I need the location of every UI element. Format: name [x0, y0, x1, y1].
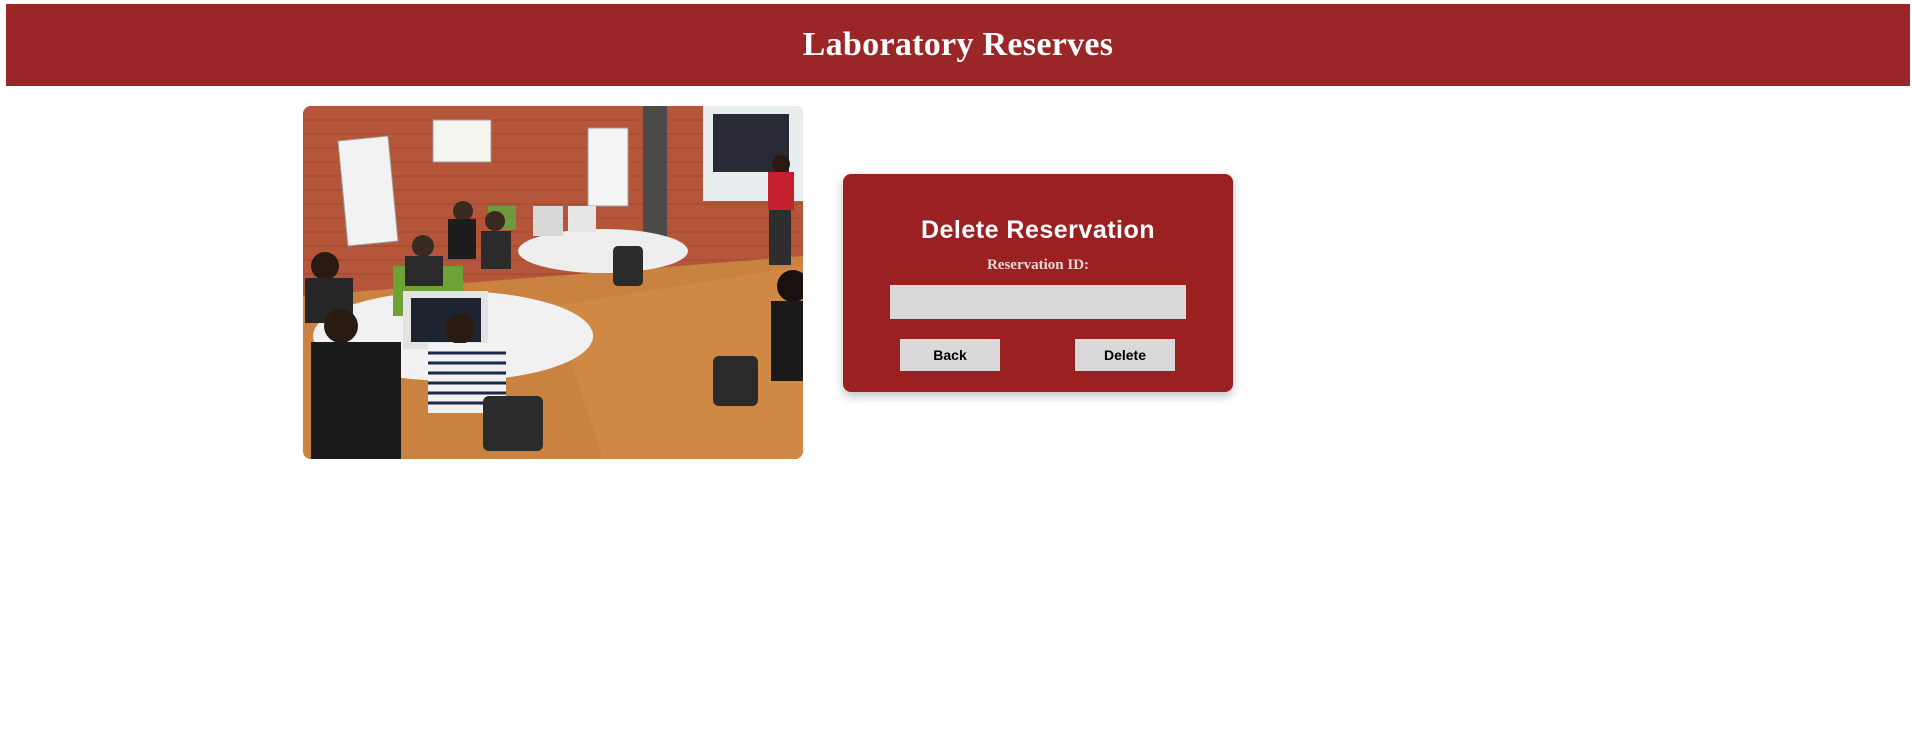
delete-reservation-card: Delete Reservation Reservation ID: Back … [843, 174, 1233, 392]
page-header: Laboratory Reserves [6, 4, 1910, 86]
lab-photo [303, 106, 803, 459]
reservation-id-input[interactable] [890, 285, 1186, 319]
reservation-id-label: Reservation ID: [986, 257, 1090, 273]
page-title: Laboratory Reserves [802, 26, 1114, 63]
form-title: Delete Reservation [920, 216, 1156, 244]
delete-button[interactable]: Delete [1075, 339, 1175, 371]
back-button[interactable]: Back [900, 339, 1000, 371]
